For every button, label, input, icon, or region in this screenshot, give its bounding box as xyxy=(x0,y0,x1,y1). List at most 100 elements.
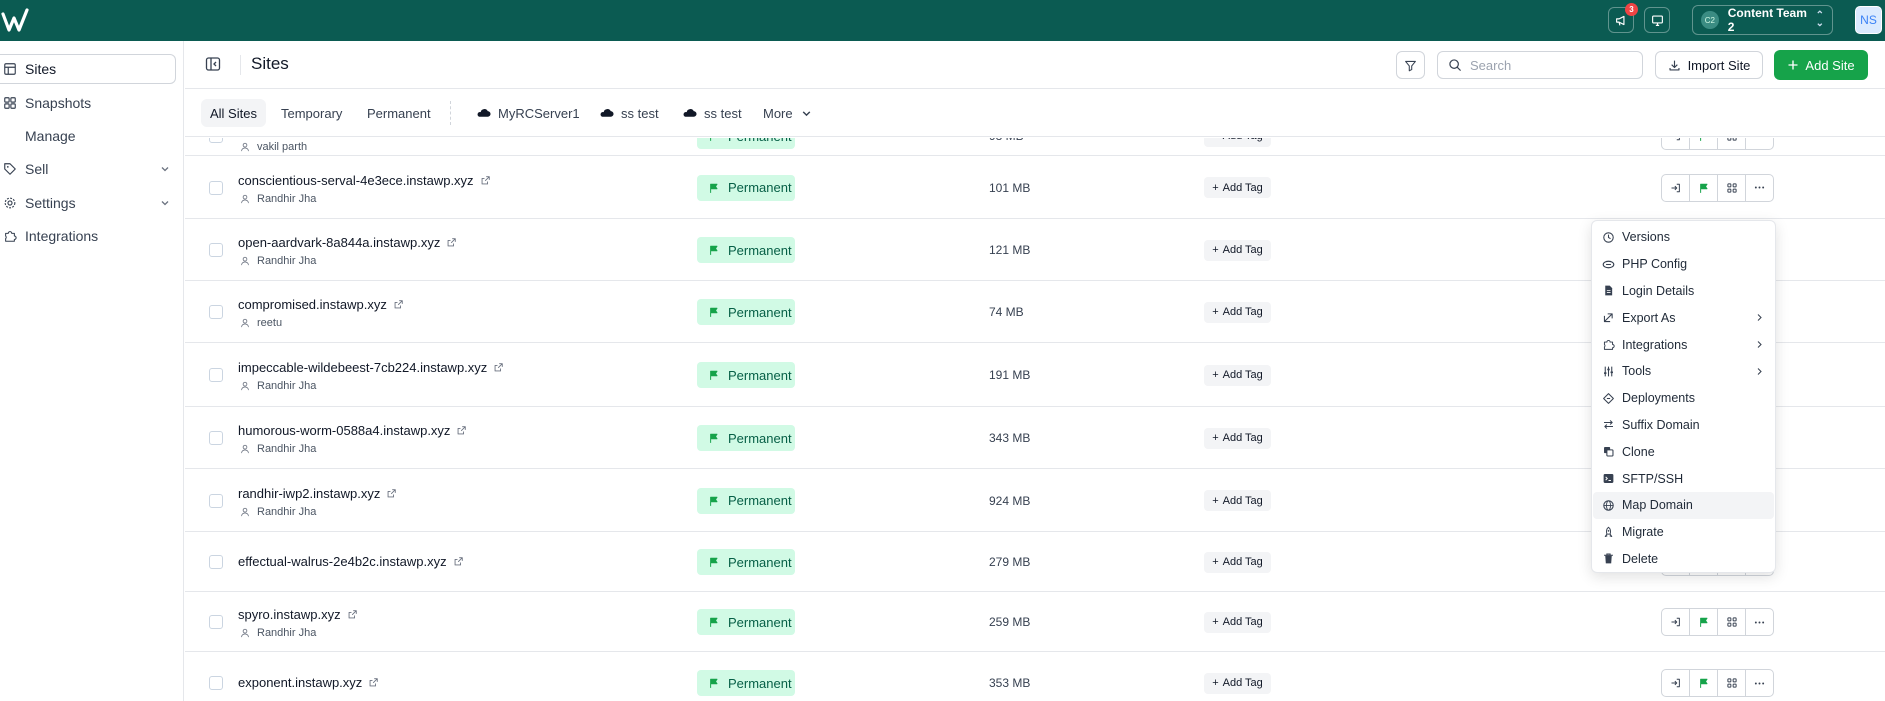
sidebar-item-snapshots[interactable]: Snapshots xyxy=(0,88,176,118)
flag-button[interactable] xyxy=(1689,173,1718,202)
row-checkbox[interactable] xyxy=(209,180,223,195)
add-tag-button[interactable]: +Add Tag xyxy=(1204,490,1271,511)
gear-icon xyxy=(4,197,16,209)
site-size: 259 MB xyxy=(989,615,1031,629)
menu-item-migrate[interactable]: Migrate xyxy=(1593,519,1774,546)
sidebar-item-sites[interactable]: Sites xyxy=(0,54,176,84)
menu-item-suffix-domain[interactable]: Suffix Domain xyxy=(1593,412,1774,439)
flag-button[interactable] xyxy=(1689,669,1718,697)
site-link[interactable]: exponent.instawp.xyz xyxy=(238,675,379,690)
sidebar-item-integrations[interactable]: Integrations xyxy=(0,221,176,251)
more-actions-button[interactable] xyxy=(1745,669,1774,697)
tab-permanent[interactable]: Permanent xyxy=(358,99,440,127)
add-tag-button[interactable]: +Add Tag xyxy=(1204,672,1271,694)
login-button[interactable] xyxy=(1661,173,1690,202)
grid-icon xyxy=(1726,617,1737,627)
sidebar-item-label: Manage xyxy=(25,128,76,144)
apps-button[interactable] xyxy=(1717,138,1746,150)
add-tag-button[interactable]: +Add Tag xyxy=(1204,364,1271,386)
menu-item-deployments[interactable]: Deployments xyxy=(1593,385,1774,412)
site-link[interactable]: humorous-worm-0588a4.instawp.xyz xyxy=(238,423,467,438)
site-link[interactable]: open-aardvark-8a844a.instawp.xyz xyxy=(238,235,457,250)
menu-item-tools[interactable]: Tools xyxy=(1593,358,1774,385)
sidebar-item-sell[interactable]: Sell xyxy=(0,154,176,184)
login-button[interactable] xyxy=(1661,669,1690,697)
menu-item-integrations[interactable]: Integrations xyxy=(1593,331,1774,358)
row-checkbox[interactable] xyxy=(209,305,223,319)
add-tag-button[interactable]: +Add Tag xyxy=(1204,239,1271,261)
table-row[interactable]: vakil parth Permanent 98 MB + Add Tag xyxy=(185,138,1885,156)
add-tag-button[interactable]: +Add Tag xyxy=(1204,301,1271,323)
row-checkbox[interactable] xyxy=(209,138,223,143)
menu-item-map-domain[interactable]: Map Domain xyxy=(1593,491,1774,519)
more-actions-button[interactable] xyxy=(1745,608,1774,636)
site-link[interactable]: compromised.instawp.xyz xyxy=(238,297,404,312)
sidebar-item-manage[interactable]: Manage xyxy=(0,121,176,151)
add-tag-label: Add Tag xyxy=(1222,494,1263,507)
plus-icon: + xyxy=(1212,369,1219,381)
add-tag-button[interactable]: +Add Tag xyxy=(1204,427,1271,449)
user-avatar[interactable]: NS xyxy=(1855,6,1882,34)
tab-temporary[interactable]: Temporary xyxy=(272,99,351,127)
row-checkbox[interactable] xyxy=(209,615,223,629)
menu-item-delete[interactable]: Delete xyxy=(1593,546,1774,573)
table-row[interactable]: conscientious-serval-4e3ece.instawp.xyz R… xyxy=(185,156,1885,219)
menu-item-label: Migrate xyxy=(1622,525,1664,540)
add-tag-button[interactable]: +Add Tag xyxy=(1204,551,1271,573)
puzzle-icon xyxy=(5,231,17,242)
messages-button[interactable] xyxy=(1644,7,1670,33)
flag-button[interactable] xyxy=(1689,138,1718,150)
flag-button[interactable] xyxy=(1689,608,1718,636)
tab-server-myrcserver1[interactable]: MyRCServer1 xyxy=(467,99,589,127)
row-checkbox[interactable] xyxy=(209,368,223,382)
menu-item-login-details[interactable]: Login Details xyxy=(1593,278,1774,305)
apps-button[interactable] xyxy=(1717,608,1746,636)
filter-button[interactable] xyxy=(1396,51,1425,79)
site-link[interactable]: conscientious-serval-4e3ece.instawp.xyz xyxy=(238,173,491,188)
search-input[interactable] xyxy=(1470,57,1630,73)
tab-more[interactable]: More xyxy=(754,99,821,127)
row-checkbox[interactable] xyxy=(209,431,223,445)
menu-item-php-config[interactable]: PHP Config xyxy=(1593,251,1774,278)
menu-item-versions[interactable]: Versions xyxy=(1593,224,1774,251)
more-actions-button[interactable] xyxy=(1745,173,1774,202)
more-actions-button[interactable] xyxy=(1745,138,1774,150)
search-box[interactable] xyxy=(1437,51,1643,79)
chevron-right-icon xyxy=(1757,341,1762,349)
add-tag-button[interactable]: +Add Tag xyxy=(1204,177,1271,198)
site-link[interactable]: randhir-iwp2.instawp.xyz xyxy=(238,486,397,501)
row-checkbox[interactable] xyxy=(209,243,223,257)
import-site-button[interactable]: Import Site xyxy=(1655,51,1763,79)
menu-item-clone[interactable]: Clone xyxy=(1593,438,1774,465)
row-checkbox[interactable] xyxy=(209,676,223,690)
tab-server-ss-test-2[interactable]: ss test xyxy=(673,99,751,127)
site-link[interactable]: effectual-walrus-2e4b2c.instawp.xyz xyxy=(238,554,464,569)
table-row[interactable]: spyro.instawp.xyz Randhir Jha Permanent 259… xyxy=(185,592,1885,652)
top-bar: 3 C2 Content Team 2 ⌃ ⌄ NS xyxy=(0,0,1885,41)
apps-button[interactable] xyxy=(1717,669,1746,697)
instawp-logo-icon[interactable] xyxy=(0,4,34,38)
apps-button[interactable] xyxy=(1717,173,1746,202)
table-row[interactable]: exponent.instawp.xyz Permanent 353 MB + Add … xyxy=(185,652,1885,701)
announcement-button[interactable]: 3 xyxy=(1608,3,1638,33)
menu-item-sftp-ssh[interactable]: SFTP/SSH xyxy=(1593,465,1774,492)
status-label: Permanent xyxy=(728,554,792,570)
login-button[interactable] xyxy=(1661,608,1690,636)
menu-item-export-as[interactable]: Export As xyxy=(1593,304,1774,331)
tab-all-sites[interactable]: All Sites xyxy=(201,99,266,127)
team-switcher[interactable]: C2 Content Team 2 ⌃ ⌄ xyxy=(1692,5,1833,35)
status-badge: Permanent xyxy=(697,487,795,514)
row-checkbox[interactable] xyxy=(209,493,223,508)
add-tag-button[interactable]: +Add Tag xyxy=(1204,138,1271,147)
sidebar-toggle-icon[interactable] xyxy=(205,56,221,72)
row-checkbox[interactable] xyxy=(209,555,223,569)
tab-server-ss-test[interactable]: ss test xyxy=(590,99,668,127)
login-button[interactable] xyxy=(1661,138,1690,150)
external-link-icon xyxy=(458,426,467,435)
flag-icon xyxy=(1699,678,1707,688)
sidebar-item-settings[interactable]: Settings xyxy=(0,188,176,218)
add-tag-button[interactable]: +Add Tag xyxy=(1204,611,1271,633)
add-site-button[interactable]: Add Site xyxy=(1774,50,1868,80)
site-link[interactable]: impeccable-wildebeest-7cb224.instawp.xyz xyxy=(238,360,504,375)
site-link[interactable]: spyro.instawp.xyz xyxy=(238,607,358,622)
